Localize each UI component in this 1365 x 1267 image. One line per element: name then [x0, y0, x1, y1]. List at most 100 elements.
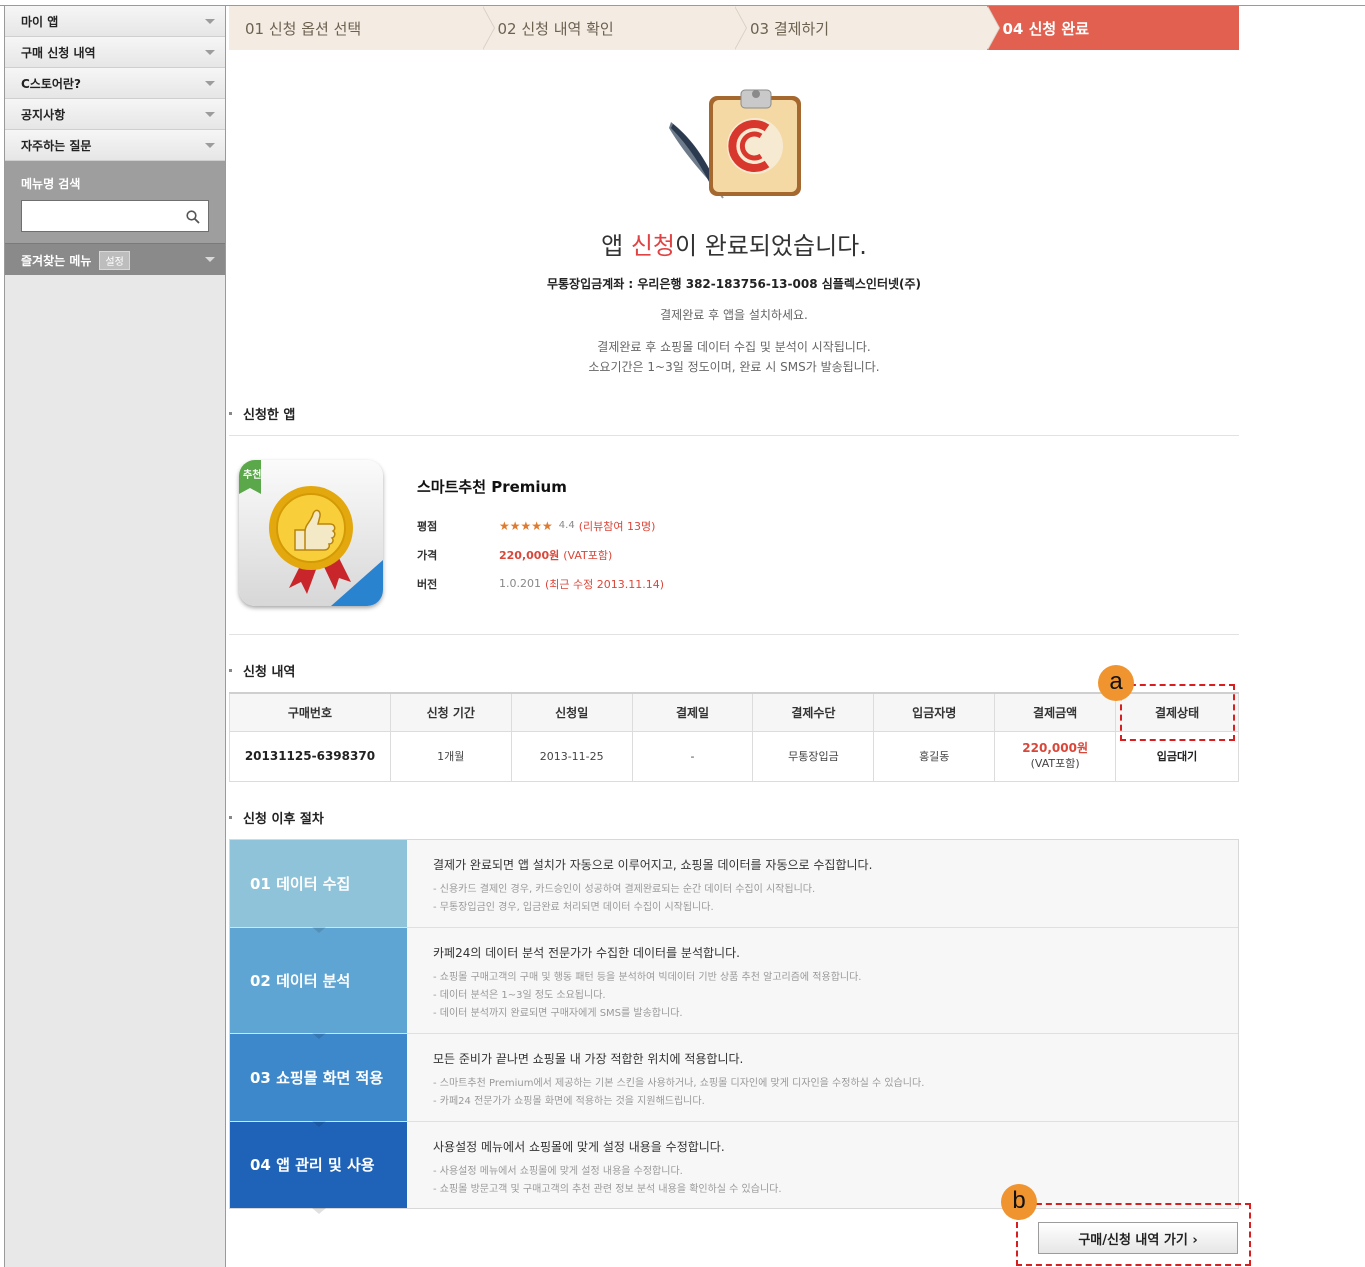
install-note: 결제완료 후 앱을 설치하세요. — [660, 308, 808, 322]
procedure-step-sub: - 무통장입금인 경우, 입금완료 처리되면 데이터 수집이 시작됩니다. — [433, 901, 714, 913]
method-cell: 무통장입금 — [752, 730, 875, 782]
amount-cell: 220,000원 (VAT포함) — [994, 730, 1117, 782]
annotation-marker-a: a — [1098, 665, 1134, 701]
chevron-down-icon — [205, 142, 215, 148]
chevron-down-icon[interactable] — [205, 257, 215, 262]
processing-note-line-2: 소요기간은 1~3일 정도이며, 완료 시 SMS가 발송됩니다. — [588, 360, 880, 374]
procedure-step-sub: - 쇼핑몰 방문고객 및 구매고객의 추천 관련 정보 분석 내용을 확인하실 … — [433, 1183, 782, 1195]
amount-vat: (VAT포함) — [1030, 757, 1080, 770]
col-pay-date: 결제일 — [631, 692, 754, 732]
step-progress-bar: 01 신청 옵션 선택 02 신청 내역 확인 03 결제하기 04 신청 완료 — [229, 6, 1239, 50]
headline-highlight: 신청 — [630, 232, 675, 260]
completion-headline: 앱 신청이 완료되었습니다. — [229, 226, 1239, 261]
sidebar-item-notice[interactable]: 공지사항 — [5, 99, 225, 130]
search-icon[interactable] — [186, 209, 200, 228]
app-name: 스마트추천 Premium — [417, 478, 567, 496]
amount-value: 220,000원 — [1022, 741, 1088, 755]
procedure-step-3: 03 쇼핑몰 화면 적용 모든 준비가 끝나면 쇼핑몰 내 가장 적합한 위치에… — [230, 1033, 1238, 1127]
sidebar-item-label: C스토어란? — [21, 76, 81, 91]
bank-account-info: 무통장입금계좌 : 우리은행 382-183756-13-008 심플렉스인터넷… — [546, 277, 922, 291]
procedure-step-1: 01 데이터 수집 결제가 완료되면 앱 설치가 자동으로 이루어지고, 쇼핑몰… — [230, 839, 1238, 933]
col-method: 결제수단 — [752, 692, 875, 732]
favorites-label: 즐겨찾는 메뉴 — [21, 253, 92, 268]
sidebar-item-my-app[interactable]: 마이 앱 — [5, 6, 225, 37]
table-header-row: 구매번호 신청 기간 신청일 결제일 결제수단 입금자명 결제금액 결제상태 — [229, 692, 1239, 732]
chevron-down-icon — [205, 111, 215, 117]
procedure-step-head: 사용설정 메뉴에서 쇼핑몰에 맞게 설정 내용을 수정합니다. — [433, 1139, 725, 1154]
annotation-marker-b: b — [1001, 1184, 1037, 1220]
menu-search-input[interactable] — [22, 201, 182, 231]
procedure-step-4: 04 앱 관리 및 사용 사용설정 메뉴에서 쇼핑몰에 맞게 설정 내용을 수정… — [230, 1121, 1238, 1214]
menu-search-panel: 메뉴명 검색 — [5, 161, 225, 243]
col-apply-date: 신청일 — [510, 692, 633, 732]
app-price: 220,000원 — [499, 548, 560, 562]
step-1: 01 신청 옵션 선택 — [229, 6, 494, 50]
procedure-step-desc: 결제가 완료되면 앱 설치가 자동으로 이루어지고, 쇼핑몰 데이터를 자동으로… — [407, 839, 1238, 927]
sidebar-item-label: 자주하는 질문 — [21, 138, 92, 153]
procedure-step-sub: - 쇼핑몰 구매고객의 구매 및 행동 패턴 등을 분석하여 빅데이터 기반 상… — [433, 971, 862, 983]
menu-search-field — [21, 200, 209, 232]
col-depositor: 입금자명 — [873, 692, 996, 732]
sidebar-item-label: 마이 앱 — [21, 14, 59, 29]
step-4-current: 04 신청 완료 — [986, 6, 1239, 50]
procedure-step-sub: - 신용카드 결제인 경우, 카드승인이 성공하여 결제완료되는 순간 데이터 … — [433, 883, 816, 895]
rating-value: 4.4 — [558, 520, 575, 531]
app-icon: 추천 — [239, 460, 383, 606]
favorites-bar[interactable]: 즐겨찾는 메뉴 설정 — [5, 243, 225, 275]
apply-date-cell: 2013-11-25 — [510, 730, 633, 782]
rating-reviews: (리뷰참여 13명) — [578, 519, 656, 533]
sidebar-item-label: 구매 신청 내역 — [21, 45, 96, 60]
table-row: 20131125-6398370 1개월 2013-11-25 - 무통장입금 … — [229, 730, 1239, 782]
sidebar-item-faq[interactable]: 자주하는 질문 — [5, 130, 225, 161]
completion-message: 앱 신청이 완료되었습니다. 무통장입금계좌 : 우리은행 382-183756… — [229, 84, 1239, 377]
procedure-step-label: 04 앱 관리 및 사용 — [230, 1121, 407, 1214]
rating-label: 평점 — [417, 519, 438, 533]
procedure-step-head: 카페24의 데이터 분석 전문가가 수집한 데이터를 분석합니다. — [433, 945, 740, 960]
applied-app-card: 추천 스마트추천 Premium 평점 ★★★★★ 4.4 (리뷰참여 13명)… — [229, 436, 1239, 634]
main-content: 01 신청 옵션 선택 02 신청 내역 확인 03 결제하기 04 신청 완료… — [229, 6, 1239, 1254]
sidebar-item-cstore[interactable]: C스토어란? — [5, 68, 225, 99]
period-cell: 1개월 — [389, 730, 512, 782]
procedure-step-desc: 사용설정 메뉴에서 쇼핑몰에 맞게 설정 내용을 수정합니다. - 사용설정 메… — [407, 1121, 1238, 1208]
sidebar-item-purchase-history[interactable]: 구매 신청 내역 — [5, 37, 225, 68]
procedure-step-sub: - 사용설정 메뉴에서 쇼핑몰에 맞게 설정 내용을 수정합니다. — [433, 1165, 683, 1177]
procedure-step-desc: 모든 준비가 끝나면 쇼핑몰 내 가장 적합한 위치에 적용합니다. - 스마트… — [407, 1033, 1238, 1121]
procedure-list: 01 데이터 수집 결제가 완료되면 앱 설치가 자동으로 이루어지고, 쇼핑몰… — [229, 838, 1239, 1214]
pay-date-cell: - — [631, 730, 754, 782]
version-label: 버전 — [417, 577, 438, 591]
chevron-down-icon — [205, 18, 215, 24]
depositor-cell: 홍길동 — [873, 730, 996, 782]
recommend-badge: 추천 — [243, 470, 262, 481]
chevron-down-icon — [205, 49, 215, 55]
app-price-row: 가격 220,000원 (VAT포함) — [417, 540, 664, 569]
history-title: 신청 내역 — [229, 661, 1239, 680]
col-period: 신청 기간 — [389, 692, 512, 732]
procedure-step-sub: - 데이터 분석은 1~3일 정도 소요됩니다. — [433, 989, 606, 1001]
headline-text-post: 이 완료되었습니다. — [674, 232, 867, 260]
favorites-settings-button[interactable]: 설정 — [99, 250, 130, 270]
price-vat: (VAT포함) — [563, 548, 613, 562]
price-label: 가격 — [417, 548, 438, 562]
col-order-no: 구매번호 — [229, 692, 391, 732]
processing-note-line-1: 결제완료 후 쇼핑몰 데이터 수집 및 분석이 시작됩니다. — [597, 340, 871, 354]
star-rating-icon: ★★★★★ — [499, 518, 553, 533]
version-updated: (최근 수정 2013.11.14) — [545, 577, 665, 591]
procedure-step-label: 02 데이터 분석 — [230, 927, 407, 1039]
procedure-title: 신청 이후 절차 — [229, 808, 1239, 827]
annotation-box-b — [1016, 1203, 1251, 1266]
procedure-step-sub: - 카페24 전문가가 쇼핑몰 화면에 적용하는 것을 지원해드립니다. — [433, 1095, 705, 1107]
sidebar-item-label: 공지사항 — [21, 107, 66, 122]
applied-app-title: 신청한 앱 — [229, 404, 1239, 423]
chevron-down-icon — [205, 80, 215, 86]
procedure-step-label: 01 데이터 수집 — [230, 839, 407, 933]
menu-search-label: 메뉴명 검색 — [21, 177, 81, 191]
procedure-step-head: 모든 준비가 끝나면 쇼핑몰 내 가장 적합한 위치에 적용합니다. — [433, 1051, 744, 1066]
app-rating-row: 평점 ★★★★★ 4.4 (리뷰참여 13명) — [417, 511, 664, 540]
clipboard-quill-icon — [659, 84, 809, 202]
step-2: 02 신청 내역 확인 — [481, 6, 747, 50]
procedure-step-sub: - 스마트추천 Premium에서 제공하는 기본 스킨을 사용하거나, 쇼핑몰… — [433, 1077, 925, 1089]
processing-note: 결제완료 후 쇼핑몰 데이터 수집 및 분석이 시작됩니다. 소요기간은 1~3… — [229, 337, 1239, 377]
history-table: 구매번호 신청 기간 신청일 결제일 결제수단 입금자명 결제금액 결제상태 2… — [229, 692, 1239, 782]
col-amount: 결제금액 — [994, 692, 1117, 732]
annotation-box-a — [1120, 684, 1235, 741]
